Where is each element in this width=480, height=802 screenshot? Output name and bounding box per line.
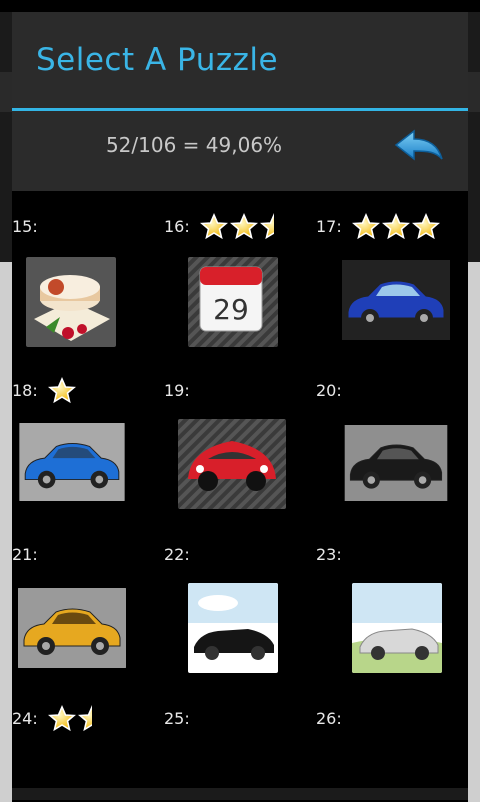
star-icon xyxy=(412,213,440,240)
star-icon xyxy=(48,377,76,404)
puzzle-thumbnail[interactable] xyxy=(188,583,278,673)
star-icon xyxy=(48,705,76,732)
puzzle-thumbnail[interactable] xyxy=(26,257,116,347)
puzzle-item[interactable]: 15: xyxy=(12,191,164,255)
puzzle-number-label: 16: xyxy=(164,217,190,236)
puzzle-number-label: 24: xyxy=(12,709,38,728)
svg-text:29: 29 xyxy=(213,293,249,326)
star-rating xyxy=(48,377,76,405)
puzzle-item[interactable]: 16: xyxy=(164,191,316,255)
star-rating xyxy=(200,213,288,241)
back-arrow-icon xyxy=(394,129,443,161)
puzzle-number-label: 21: xyxy=(12,545,38,564)
puzzle-number-label: 22: xyxy=(164,545,190,564)
puzzle-item[interactable]: 22: xyxy=(164,419,316,583)
select-puzzle-dialog: Select A Puzzle 52/106 = 49,06% 15: 16: xyxy=(12,12,468,788)
completion-progress-text: 52/106 = 49,06% xyxy=(105,133,283,157)
puzzle-thumbnail[interactable]: 29 xyxy=(188,257,278,347)
star-icon xyxy=(78,705,92,732)
star-icon xyxy=(352,213,380,240)
puzzle-thumbnail[interactable] xyxy=(178,419,286,509)
puzzle-item[interactable]: 25: xyxy=(164,583,316,747)
dialog-title: Select A Puzzle xyxy=(36,42,279,78)
puzzle-thumbnail[interactable] xyxy=(18,423,126,501)
puzzle-number-label: 17: xyxy=(316,217,342,236)
puzzle-number-label: 26: xyxy=(316,709,342,728)
puzzle-item[interactable]: 24: xyxy=(12,583,164,747)
star-rating xyxy=(352,213,440,241)
puzzle-number-label: 15: xyxy=(12,217,38,236)
puzzle-item[interactable]: 26: xyxy=(316,583,468,747)
star-icon xyxy=(382,213,410,240)
puzzle-number-label: 23: xyxy=(316,545,342,564)
puzzle-item[interactable]: 17: xyxy=(316,191,468,255)
star-icon xyxy=(230,213,258,240)
status-bar xyxy=(0,0,480,12)
puzzle-number-label: 25: xyxy=(164,709,190,728)
puzzle-thumbnail[interactable] xyxy=(18,587,126,669)
puzzle-thumbnail[interactable] xyxy=(342,257,450,343)
puzzle-item[interactable]: 18: xyxy=(12,255,164,419)
puzzle-grid: 15: 16: 17: 18: 29 19: 20: 21: 22: 23: 2… xyxy=(12,191,468,788)
puzzle-item[interactable]: 29 19: xyxy=(164,255,316,419)
back-button[interactable] xyxy=(392,125,448,169)
star-icon xyxy=(200,213,228,240)
progress-bar-row: 52/106 = 49,06% xyxy=(12,111,468,191)
dialog-header: Select A Puzzle xyxy=(12,12,468,108)
puzzle-item[interactable]: 20: xyxy=(316,255,468,419)
puzzle-item[interactable]: 21: xyxy=(12,419,164,583)
star-rating xyxy=(48,705,106,733)
puzzle-number-label: 18: xyxy=(12,381,38,400)
background-panel-right xyxy=(468,262,480,802)
puzzle-number-label: 20: xyxy=(316,381,342,400)
star-icon xyxy=(260,213,274,240)
puzzle-thumbnail[interactable] xyxy=(342,425,450,501)
background-panel-left xyxy=(0,262,12,802)
puzzle-number-label: 19: xyxy=(164,381,190,400)
puzzle-thumbnail[interactable] xyxy=(352,583,442,673)
puzzle-item[interactable]: 23: xyxy=(316,419,468,583)
